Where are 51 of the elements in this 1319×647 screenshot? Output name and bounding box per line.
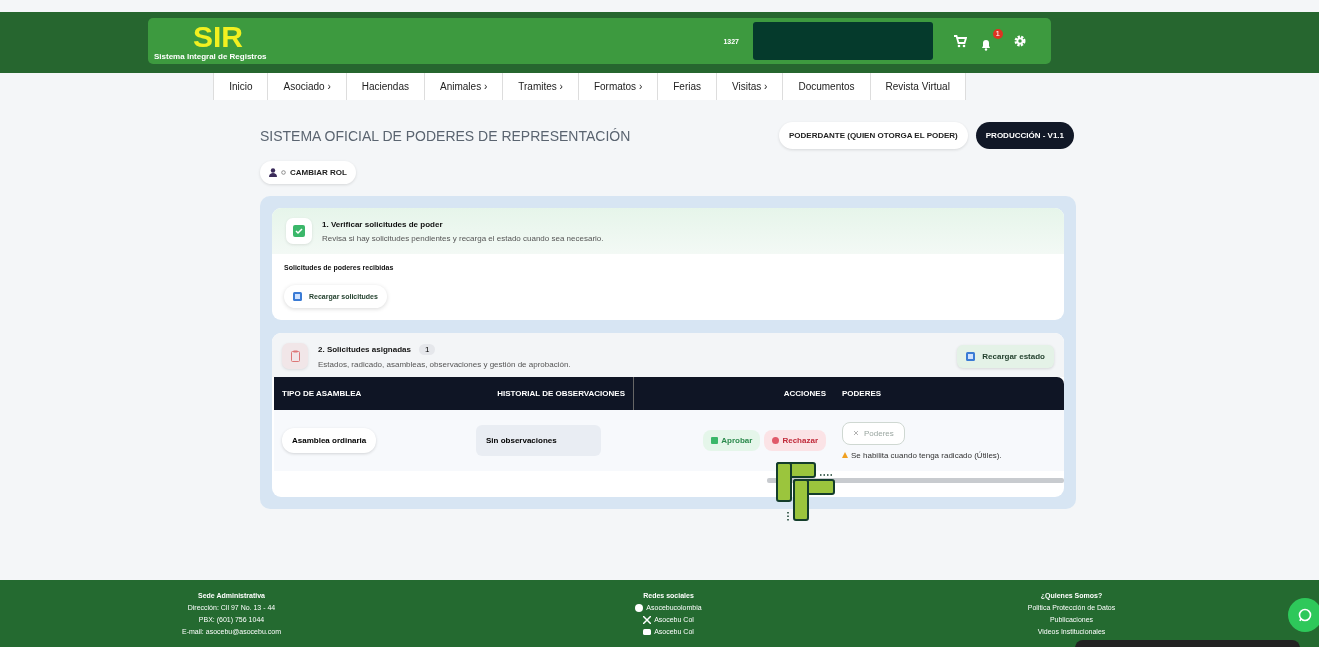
nav-item[interactable]: Revista Virtual: [870, 73, 966, 100]
clipboard-icon: [290, 350, 300, 362]
page-title: SISTEMA OFICIAL DE PODERES DE REPRESENTACIÓN: [260, 127, 631, 144]
card-title: 2. Solicitudes asignadas: [318, 344, 411, 354]
reject-button[interactable]: Rechazar: [764, 430, 826, 451]
chat-icon: [1298, 608, 1312, 622]
check-icon: [711, 437, 719, 444]
column-header: PODERES: [841, 388, 883, 400]
cancel-icon: [772, 437, 780, 444]
card-description: Estados, radicado, asambleas, observaciones y gestión de aprobación.: [318, 359, 572, 369]
refresh-icon: [293, 292, 302, 301]
nav-item[interactable]: Visitas ›: [717, 73, 784, 100]
observations-field: Sin observaciones: [476, 425, 601, 456]
circle-icon: [635, 603, 644, 612]
environment-badge: PRODUCCIÓN - V1.1: [975, 122, 1074, 149]
cart-icon: [953, 34, 967, 48]
settings-icon: [1013, 34, 1027, 48]
nav-item[interactable]: Ferias: [658, 73, 718, 100]
nav-item[interactable]: Inicio: [213, 73, 269, 100]
card-description: Revisa si hay solicitudes pendientes y recarga el estado cuando sea necesario.: [322, 233, 604, 243]
approve-button[interactable]: Aprobar: [703, 430, 761, 451]
nav-item[interactable]: Animales ›: [425, 73, 504, 100]
cart-button[interactable]: [951, 32, 969, 50]
column-header: TIPO DE ASAMBLEA: [281, 388, 363, 400]
x-icon: [853, 430, 859, 436]
column-header: ACCIONES: [782, 388, 827, 400]
layered-blocks-icon: [776, 462, 838, 524]
bell-icon: [979, 37, 993, 51]
checkbox-icon: [293, 225, 305, 237]
logo: SIR: [192, 21, 244, 52]
user-icon: [269, 168, 277, 177]
video-icon: [643, 627, 652, 636]
nav-item[interactable]: Tramites ›: [503, 73, 579, 100]
nav-item[interactable]: Documentos: [783, 73, 871, 100]
logo-subtitle: Sistema Integral de Registros: [154, 51, 267, 61]
assembly-type: Asamblea ordinaria: [282, 428, 377, 453]
notifications-button[interactable]: 1: [977, 29, 1003, 53]
refresh-icon: [966, 351, 976, 361]
nav-item[interactable]: Asociado ›: [268, 73, 347, 100]
count-badge: 1: [418, 343, 436, 355]
role-badge: PODERDANTE (QUIEN OTORGA EL PODER): [779, 122, 968, 149]
warning-icon: [842, 452, 848, 458]
x-icon: [643, 615, 652, 624]
hint-text: Se habilita cuando tenga radicado (Útiles).: [851, 450, 1002, 460]
card-title: 1. Verificar solicitudes de poder: [322, 219, 444, 229]
nav-item[interactable]: Formatos ›: [578, 73, 659, 100]
change-role-button[interactable]: CAMBIAR ROL: [260, 161, 356, 184]
notification-badge: 1: [992, 29, 1003, 39]
dot-icon: [281, 170, 286, 175]
reload-status-button[interactable]: Recargar estado: [957, 344, 1054, 368]
nav-item[interactable]: Haciendas: [346, 73, 425, 100]
